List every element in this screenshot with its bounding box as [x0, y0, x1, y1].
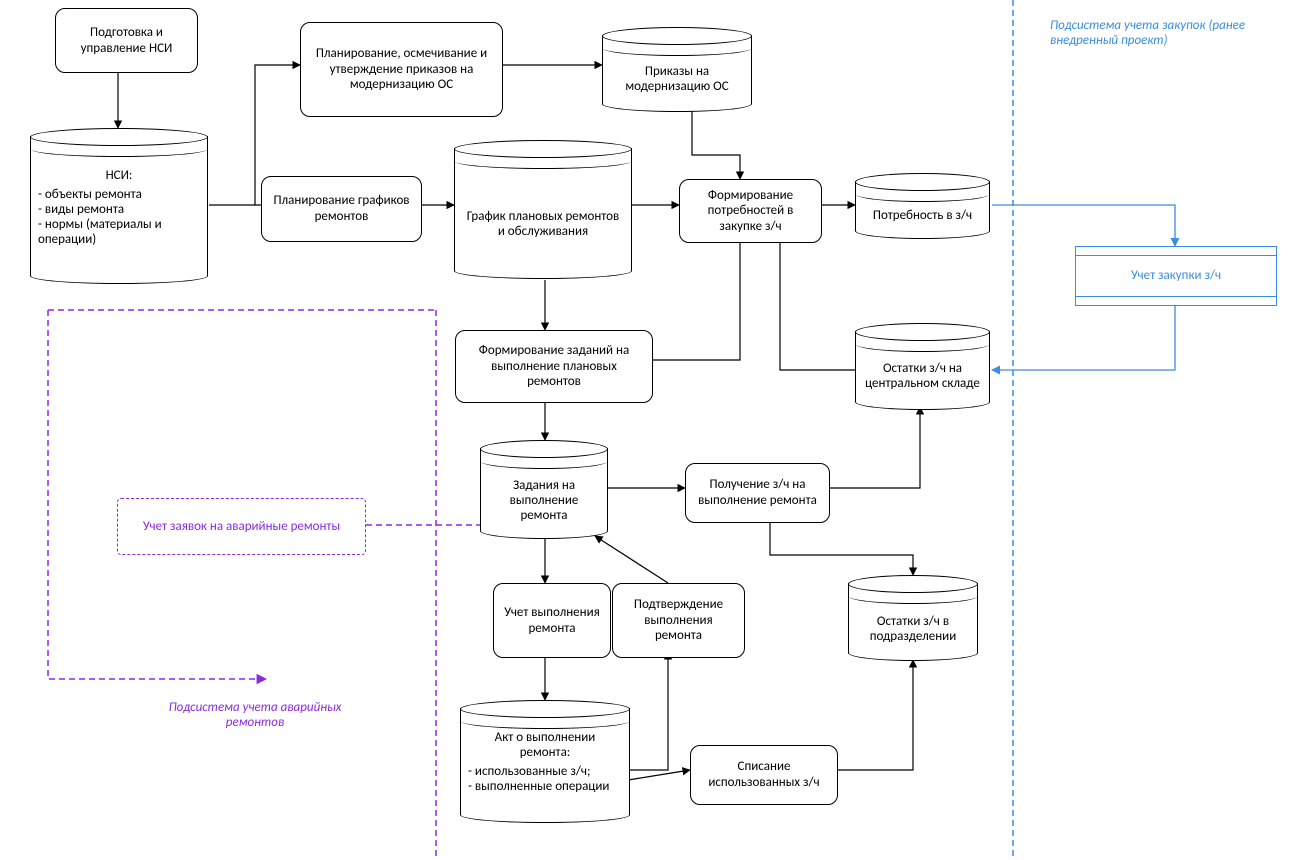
datastore-act-line1: - использованные з/ч;: [468, 764, 590, 779]
process-receive-parts: Получение з/ч на выполнение ремонта: [685, 463, 830, 523]
diagram-canvas: Подготовка и управление НСИ Планирование…: [0, 0, 1303, 860]
label: Учет заявок на аварийные ремонты: [143, 519, 340, 535]
datastore-nsi-title: НСИ:: [38, 168, 200, 183]
datastore-repair-act: Акт о выполнении ремонта: - использованн…: [460, 700, 630, 822]
label: Списание использованных з/ч: [699, 759, 829, 790]
label: Приказы на модернизацию ОС: [610, 64, 744, 94]
caption-procurement-subsystem: Подсистема учета закупок (ранее внедренн…: [1050, 18, 1280, 48]
label: Учет закупки з/ч: [1131, 268, 1221, 284]
datastore-nsi-line1: - объекты ремонта: [38, 187, 142, 202]
label: Формирование потребностей в закупке з/ч: [688, 188, 813, 235]
datastore-parts-demand: Потребность в з/ч: [855, 173, 990, 238]
datastore-act-line2: - выполненные операции: [468, 779, 609, 794]
datastore-repair-tasks: Задания на выполнение ремонта: [480, 440, 608, 538]
label: Формирование заданий на выполнение плано…: [464, 343, 644, 390]
process-account-execution: Учет выполнения ремонта: [493, 583, 611, 658]
process-emergency-requests: Учет заявок на аварийные ремонты: [117, 498, 366, 555]
datastore-modernization-orders: Приказы на модернизацию ОС: [602, 27, 752, 111]
label: График плановых ремонтов и обслуживания: [462, 209, 624, 239]
process-form-tasks: Формирование заданий на выполнение плано…: [455, 330, 653, 403]
label: Планирование графиков ремонтов: [270, 193, 413, 224]
label: Остатки з/ч на центральном складе: [863, 361, 982, 391]
process-writeoff-parts: Списание использованных з/ч: [690, 745, 838, 805]
subprocess-procurement-accounting: Учет закупки з/ч: [1075, 246, 1277, 306]
label: Получение з/ч на выполнение ремонта: [694, 477, 821, 508]
process-prepare-nsi: Подготовка и управление НСИ: [55, 8, 198, 73]
process-form-demand: Формирование потребностей в закупке з/ч: [679, 179, 822, 243]
label: Остатки з/ч в подразделении: [856, 614, 970, 644]
label: Планирование, осмечивание и утверждение …: [309, 46, 494, 93]
datastore-act-title: Акт о выполнении ремонта:: [468, 730, 622, 760]
caption-emergency-subsystem: Подсистема учета аварийных ремонтов: [165, 700, 345, 730]
label: Подготовка и управление НСИ: [64, 25, 189, 56]
datastore-nsi-line2: - виды ремонта: [38, 202, 124, 217]
process-plan-modernization: Планирование, осмечивание и утверждение …: [300, 22, 503, 117]
process-confirm-execution: Подтверждение выполнения ремонта: [612, 583, 745, 658]
datastore-department-stock: Остатки з/ч в подразделении: [848, 575, 978, 660]
datastore-nsi: НСИ: - объекты ремонта - виды ремонта - …: [30, 128, 208, 283]
label: Потребность в з/ч: [873, 208, 972, 223]
datastore-central-stock: Остатки з/ч на центральном складе: [855, 323, 990, 409]
datastore-maintenance-schedule: График плановых ремонтов и обслуживания: [454, 140, 632, 278]
label: Задания на выполнение ремонта: [488, 478, 600, 523]
datastore-nsi-line3: - нормы (материалы и операции): [38, 217, 200, 247]
label: Подтверждение выполнения ремонта: [621, 597, 736, 644]
label: Учет выполнения ремонта: [502, 605, 602, 636]
process-plan-schedules: Планирование графиков ремонтов: [261, 176, 422, 242]
